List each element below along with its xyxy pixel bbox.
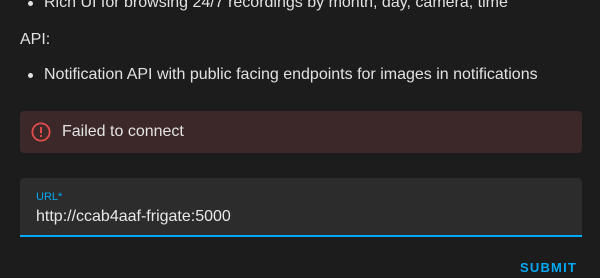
url-field-label: URL* <box>36 191 63 203</box>
error-message: Failed to connect <box>62 123 184 140</box>
api-section-heading: API: <box>20 31 51 48</box>
api-feature-list-item: Notification API with public facing endp… <box>28 66 538 83</box>
alert-circle-outline-icon <box>31 122 51 142</box>
error-alert: Failed to connect <box>20 111 582 153</box>
url-input[interactable] <box>36 206 556 228</box>
submit-button[interactable]: SUBMIT <box>520 256 590 278</box>
feature-list-item: Rich UI for browsing 24/7 recordings by … <box>28 0 508 13</box>
config-dialog-content: Rich UI for browsing 24/7 recordings by … <box>0 0 600 276</box>
url-field[interactable]: URL* <box>20 178 582 237</box>
